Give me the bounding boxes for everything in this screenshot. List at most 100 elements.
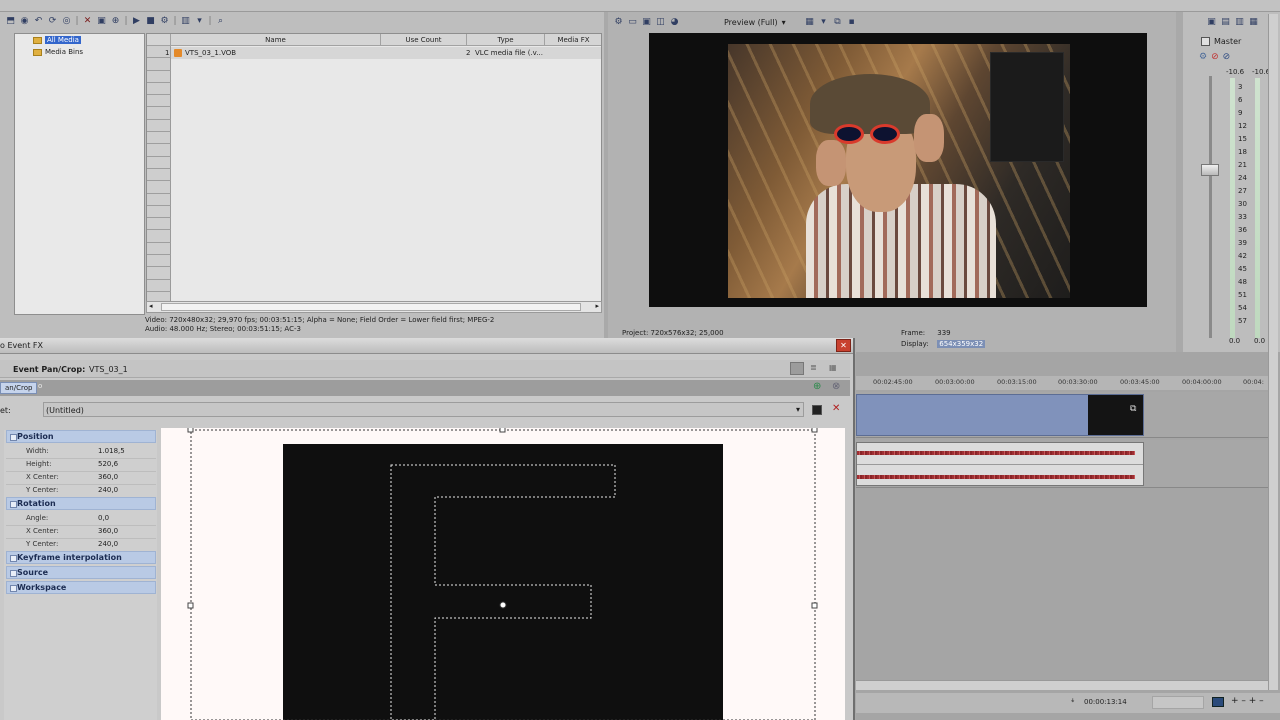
level-left: 0.0 xyxy=(1229,337,1241,345)
remove-plugin-icon[interactable]: ⊗ xyxy=(832,381,840,392)
scale-label: 36 xyxy=(1238,226,1247,234)
mixer-properties-icon[interactable]: ▣ xyxy=(1205,16,1218,28)
prop-value-y-center[interactable]: 240,0 xyxy=(98,486,118,494)
timeline-hscroll[interactable] xyxy=(856,680,1268,690)
media-info-audio: Audio: 48.000 Hz; Stereo; 00:03:51:15; A… xyxy=(145,325,301,333)
dim-output-icon[interactable]: ▥ xyxy=(1233,16,1246,28)
section-position[interactable]: Position xyxy=(6,430,156,443)
save-snapshot-icon[interactable]: ▪ xyxy=(845,16,858,28)
center-point xyxy=(499,601,507,609)
media-fx-icon[interactable]: ⊕ xyxy=(109,15,122,27)
remove-icon[interactable]: ✕ xyxy=(81,15,94,27)
separator: | xyxy=(75,15,79,26)
volume-fader[interactable] xyxy=(1201,164,1219,176)
fx-titlebar[interactable]: o Event FX ✕ xyxy=(0,338,853,354)
prop-value-width[interactable]: 1.018,5 xyxy=(98,447,125,455)
mixer-fx-icon[interactable]: ▦ xyxy=(1247,16,1260,28)
horizontal-scrollbar[interactable]: ◂ ▸ xyxy=(146,301,602,313)
preset-select[interactable]: (Untitled) ▾ xyxy=(43,402,804,417)
scroll-right-icon[interactable]: ▸ xyxy=(595,302,599,310)
play-icon[interactable]: ▶ xyxy=(130,15,143,27)
external-monitor-icon[interactable]: ▭ xyxy=(626,16,639,28)
section-source[interactable]: Source xyxy=(6,566,156,579)
stop-icon[interactable]: ■ xyxy=(144,15,157,27)
dropdown-icon[interactable]: ▾ xyxy=(817,16,830,28)
preview-properties-icon[interactable]: ⚙ xyxy=(612,16,625,28)
scroll-left-icon[interactable]: ◂ xyxy=(149,302,153,310)
view-single-icon[interactable] xyxy=(790,362,804,375)
row-use-count: 2 xyxy=(466,49,471,57)
scale-label: 45 xyxy=(1238,265,1247,273)
get-media-icon[interactable]: ◎ xyxy=(60,15,73,27)
prop-value-x-center[interactable]: 360,0 xyxy=(98,473,118,481)
waveform-right xyxy=(857,475,1135,479)
column-header-name[interactable]: Name xyxy=(171,34,381,46)
preset-bar: et: (Untitled) ▾ ✕ xyxy=(0,400,850,420)
render-icon[interactable] xyxy=(1212,697,1224,707)
tree-item-media-bins[interactable]: Media Bins xyxy=(33,48,83,56)
scale-label: 39 xyxy=(1238,239,1247,247)
automation-icon[interactable]: ⚙ xyxy=(1199,52,1207,62)
solo-icon[interactable]: ⊘ xyxy=(1223,52,1231,62)
dropdown-icon[interactable]: ▾ xyxy=(193,15,206,27)
table-row[interactable]: 1 VTS_03_1.VOB 2 VLC media file (.v... xyxy=(165,47,601,59)
crop-overlay[interactable] xyxy=(161,428,845,720)
copy-snapshot-icon[interactable]: ⧉ xyxy=(831,16,844,28)
section-keyframe-interpolation[interactable]: Keyframe interpolation xyxy=(6,551,156,564)
row-divider xyxy=(6,471,156,472)
auto-preview-icon[interactable]: ⚙ xyxy=(158,15,171,27)
split-screen-icon[interactable]: ◫ xyxy=(654,16,667,28)
fx-tabs-bar: an/Crop o ⊕ ⊗ xyxy=(0,380,850,396)
tab-remove-icon[interactable]: o xyxy=(38,382,42,390)
preview-mode-select[interactable]: Preview (Full) ▾ xyxy=(724,16,786,28)
audio-event[interactable] xyxy=(856,442,1144,486)
ruler-tick: 00:03:30:00 xyxy=(1058,378,1098,386)
prop-value-rot-y-center[interactable]: 240,0 xyxy=(98,540,118,548)
view-list-icon[interactable]: ≣ xyxy=(810,363,817,372)
save-preset-icon[interactable] xyxy=(812,405,822,415)
column-header-use-count[interactable]: Use Count xyxy=(381,34,467,46)
close-button[interactable]: ✕ xyxy=(836,339,851,352)
mixer-vscroll[interactable] xyxy=(1268,14,1278,354)
time-ruler[interactable]: 00:02:45:00 00:03:00:00 00:03:15:00 00:0… xyxy=(856,376,1268,390)
mute-icon[interactable]: ⊘ xyxy=(1211,52,1219,62)
refresh-icon[interactable]: ⟳ xyxy=(46,15,59,27)
capture-icon[interactable]: ◉ xyxy=(18,15,31,27)
channel-divider xyxy=(857,464,1143,465)
column-header-type[interactable]: Type xyxy=(467,34,545,46)
column-header-media-fx[interactable]: Media FX xyxy=(545,34,601,46)
prop-value-height[interactable]: 520,6 xyxy=(98,460,118,468)
zoom-buttons[interactable]: + – + – xyxy=(1231,696,1264,706)
separator: | xyxy=(124,15,128,26)
overlays-icon[interactable]: ▦ xyxy=(803,16,816,28)
section-workspace[interactable]: Workspace xyxy=(6,581,156,594)
tree-item-all-media[interactable]: All Media xyxy=(33,36,81,44)
timeline-vscroll[interactable] xyxy=(1268,352,1278,690)
undo-icon[interactable]: ↶ xyxy=(32,15,45,27)
view-grid-icon[interactable]: ▦ xyxy=(829,363,837,372)
project-info: Project: 720x576x32; 25,000 xyxy=(622,329,724,337)
row-number-gutter xyxy=(147,46,171,312)
frame-f-indicator xyxy=(390,464,616,720)
scroll-thumb[interactable] xyxy=(161,303,581,311)
import-media-icon[interactable]: ⬒ xyxy=(4,15,17,27)
scale-label: 54 xyxy=(1238,304,1247,312)
section-rotation[interactable]: Rotation xyxy=(6,497,156,510)
prop-value-angle[interactable]: 0,0 xyxy=(98,514,109,522)
hand-left xyxy=(816,140,846,186)
plugin-chain-icon[interactable]: ⊕ xyxy=(813,381,821,392)
video-fx-icon[interactable]: ▣ xyxy=(640,16,653,28)
ruler-tick: 00:03:15:00 xyxy=(997,378,1037,386)
search-icon[interactable]: ⌕ xyxy=(214,15,227,27)
views-icon[interactable]: ▥ xyxy=(179,15,192,27)
prop-value-rot-x-center[interactable]: 360,0 xyxy=(98,527,118,535)
master-fx-icon[interactable] xyxy=(1201,37,1210,46)
preview-quality-icon[interactable]: ◕ xyxy=(668,16,681,28)
delete-preset-icon[interactable]: ✕ xyxy=(832,403,840,414)
tab-pan-crop[interactable]: an/Crop xyxy=(0,382,38,394)
row-type: VLC media file (.v... xyxy=(475,49,543,57)
downmix-icon[interactable]: ▤ xyxy=(1219,16,1232,28)
pan-crop-icon[interactable]: ⧉ xyxy=(1130,404,1136,414)
scale-label: 42 xyxy=(1238,252,1247,260)
properties-icon[interactable]: ▣ xyxy=(95,15,108,27)
